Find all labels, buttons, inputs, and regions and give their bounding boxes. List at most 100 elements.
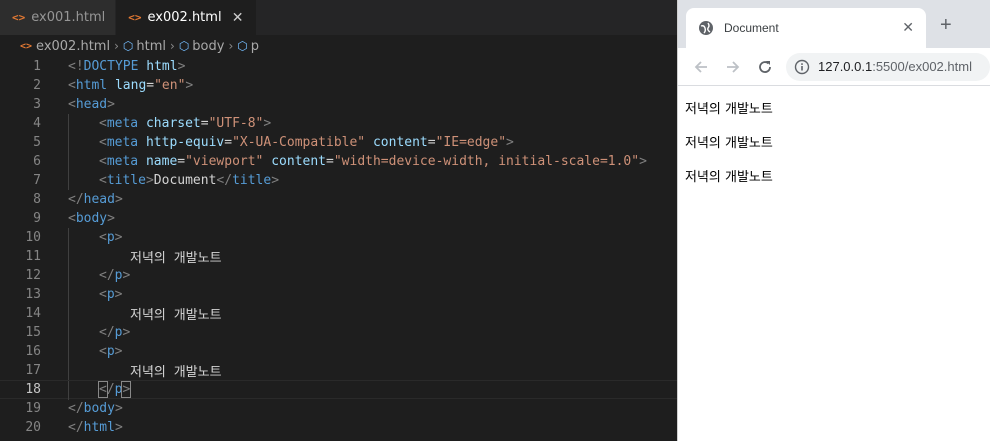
code-line[interactable]: 15 </p> xyxy=(0,323,677,342)
reload-button[interactable] xyxy=(754,56,776,78)
code-line[interactable]: 19 </body> xyxy=(0,399,677,418)
code-token: = xyxy=(146,78,155,93)
breadcrumb-file-label: ex002.html xyxy=(36,38,111,54)
code-editor[interactable]: <> ex001.html <> ex002.html ✕ <> ex002.h… xyxy=(0,0,677,441)
code-content: <p> xyxy=(99,344,122,359)
code-token: > xyxy=(107,97,115,112)
address-bar[interactable]: 127.0.0.1:5500/ex002.html xyxy=(786,52,990,81)
code-content: </p> xyxy=(98,381,132,398)
indent-guide xyxy=(68,285,69,304)
code-line[interactable]: 13 <p> xyxy=(0,285,677,304)
chevron-right-icon: › xyxy=(114,39,119,53)
line-number: 10 xyxy=(25,230,41,245)
element-cube-icon: ⬡ xyxy=(122,39,134,53)
code-line[interactable]: 8 </head> xyxy=(0,190,677,209)
code-token: < xyxy=(68,97,76,112)
code-line[interactable]: 18 </p> xyxy=(0,380,677,400)
code-content: </p> xyxy=(99,268,130,283)
code-content: </body> xyxy=(68,401,123,416)
code-line[interactable]: 6 <meta name="viewport" content="width=de… xyxy=(0,152,677,171)
page-content: 저녁의 개발노트 저녁의 개발노트 저녁의 개발노트 xyxy=(678,86,990,216)
code-token: > xyxy=(114,230,123,245)
tab-ex001[interactable]: <> ex001.html xyxy=(0,0,117,35)
browser-toolbar: 127.0.0.1:5500/ex002.html xyxy=(678,48,990,86)
element-cube-icon: ⬡ xyxy=(178,39,190,53)
element-cube-icon: ⬡ xyxy=(237,39,248,53)
code-content: <p> xyxy=(99,287,122,302)
code-token: > xyxy=(506,135,514,150)
code-token: Document xyxy=(153,173,217,188)
new-tab-button[interactable]: + xyxy=(940,14,952,37)
code-token: lang xyxy=(114,78,147,93)
url-path: :5500/ex002.html xyxy=(872,59,972,74)
code-content: </head> xyxy=(68,192,123,207)
arrow-left-icon xyxy=(694,60,707,73)
code-line[interactable]: 11 저녁의 개발노트 xyxy=(0,247,677,266)
line-number: 9 xyxy=(33,211,41,226)
line-number: 20 xyxy=(25,420,41,435)
code-token: > xyxy=(107,211,115,226)
line-number: 14 xyxy=(25,306,41,321)
code-token: > xyxy=(114,287,123,302)
info-icon[interactable] xyxy=(794,59,810,75)
breadcrumb-p[interactable]: ⬡ p xyxy=(237,39,259,54)
code-line[interactable]: 20 </html> xyxy=(0,418,677,437)
code-token: meta xyxy=(106,154,139,169)
close-tab-icon[interactable]: ✕ xyxy=(230,10,246,26)
breadcrumb-html[interactable]: ⬡ html xyxy=(123,39,166,54)
code-line[interactable]: 16 <p> xyxy=(0,342,677,361)
close-icon[interactable]: ✕ xyxy=(902,20,914,36)
code-content: <!DOCTYPE html> xyxy=(68,59,185,74)
back-button[interactable] xyxy=(690,56,712,78)
code-token: 저녁의 개발노트 xyxy=(130,251,222,266)
code-line[interactable]: 2 <html lang="en"> xyxy=(0,76,677,95)
paragraph: 저녁의 개발노트 xyxy=(685,170,773,185)
code-token: 저녁의 개발노트 xyxy=(130,308,222,323)
code-token: < xyxy=(68,211,76,226)
code-line[interactable]: 10 <p> xyxy=(0,228,677,247)
browser-tab-title: Document xyxy=(724,21,779,35)
line-number: 2 xyxy=(33,78,41,93)
code-line[interactable]: 1 <!DOCTYPE html> xyxy=(0,57,677,76)
code-token: head xyxy=(75,97,108,112)
code-line[interactable]: 14 저녁의 개발노트 xyxy=(0,304,677,323)
globe-icon xyxy=(699,21,713,35)
code-line[interactable]: 7 <title>Document</title> xyxy=(0,171,677,190)
code-token: < xyxy=(99,287,107,302)
code-token: = xyxy=(427,135,436,150)
code-line[interactable]: 17 저녁의 개발노트 xyxy=(0,361,677,380)
code-token: </ xyxy=(68,192,84,207)
code-token: name xyxy=(145,154,178,169)
line-number: 12 xyxy=(25,268,41,283)
code-line[interactable]: 12 </p> xyxy=(0,266,677,285)
code-token: body xyxy=(83,401,115,416)
code-token: "X-UA-Compatible" xyxy=(232,135,366,150)
code-token: </ xyxy=(68,401,84,416)
code-line[interactable]: 5 <meta http-equiv="X-UA-Compatible" cont… xyxy=(0,133,677,152)
code-token: 저녁의 개발노트 xyxy=(130,365,222,380)
code-token: < xyxy=(99,344,107,359)
code-line[interactable]: 4 <meta charset="UTF-8"> xyxy=(0,114,677,133)
code-token: head xyxy=(83,192,115,207)
code-token: / xyxy=(106,382,115,397)
browser-tab[interactable]: Document ✕ xyxy=(686,8,926,48)
breadcrumb-body[interactable]: ⬡ body xyxy=(179,39,225,54)
tab-ex002[interactable]: <> ex002.html ✕ xyxy=(116,0,257,35)
code-token: > xyxy=(114,344,123,359)
line-number: 15 xyxy=(25,325,41,340)
code-content: 저녁의 개발노트 xyxy=(130,361,222,380)
line-number: 18 xyxy=(25,382,41,397)
code-area[interactable]: 1 <!DOCTYPE html> 2 <html lang="en"> 3 <head>… xyxy=(0,57,677,437)
indent-guide xyxy=(68,171,69,190)
code-line[interactable]: 3 <head> xyxy=(0,95,677,114)
forward-button[interactable] xyxy=(722,56,744,78)
code-token: meta xyxy=(106,135,139,150)
line-number: 6 xyxy=(33,154,41,169)
code-token: </ xyxy=(99,268,115,283)
paragraph: 저녁의 개발노트 xyxy=(685,102,773,117)
breadcrumb-file[interactable]: <> ex002.html xyxy=(20,39,110,54)
breadcrumb: <> ex002.html › ⬡ html › ⬡ body › ⬡ p xyxy=(0,35,677,57)
code-line[interactable]: 9 <body> xyxy=(0,209,677,228)
breadcrumb-label: p xyxy=(250,38,260,54)
